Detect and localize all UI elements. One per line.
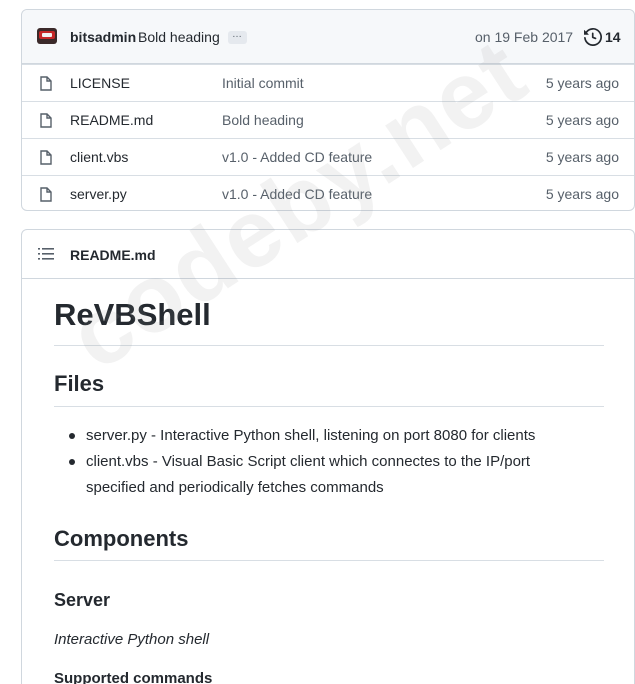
file-row-license[interactable]: LICENSE Initial commit 5 years ago	[22, 64, 634, 101]
file-icon	[40, 150, 52, 165]
file-icon	[40, 76, 52, 91]
server-description: Interactive Python shell	[54, 631, 210, 648]
file-row-client[interactable]: client.vbs v1.0 - Added CD feature 5 yea…	[22, 138, 634, 175]
file-name-link[interactable]: LICENSE	[70, 75, 130, 91]
commit-author-link[interactable]: bitsadmin	[70, 29, 136, 45]
divider	[54, 345, 604, 346]
history-clock-icon[interactable]	[584, 28, 602, 46]
readme-filename-link[interactable]: README.md	[70, 247, 156, 263]
file-age: 5 years ago	[545, 186, 619, 202]
expand-commit-button[interactable]: …	[228, 30, 247, 44]
divider	[54, 406, 604, 407]
server-heading: Server	[54, 590, 111, 610]
file-commit-link[interactable]: Bold heading	[222, 112, 304, 128]
file-age: 5 years ago	[545, 75, 619, 91]
file-icon	[40, 187, 52, 202]
commit-count[interactable]: 14	[605, 29, 621, 45]
readme-panel: README.md ReVBShell Files server.py - In…	[21, 229, 635, 684]
supported-commands-heading: Supported commands	[54, 670, 213, 684]
commit-message-link[interactable]: Bold heading	[138, 29, 220, 45]
file-name-link[interactable]: client.vbs	[70, 149, 128, 165]
bullet	[69, 433, 75, 439]
list-icon[interactable]	[38, 247, 54, 261]
commit-date[interactable]: on 19 Feb 2017	[475, 29, 573, 45]
file-row-server[interactable]: server.py v1.0 - Added CD feature 5 year…	[22, 175, 634, 212]
file-row-readme[interactable]: README.md Bold heading 5 years ago	[22, 101, 634, 138]
file-commit-link[interactable]: v1.0 - Added CD feature	[222, 186, 372, 202]
readme-title: ReVBShell	[54, 297, 211, 332]
components-heading: Components	[54, 526, 189, 551]
list-item: server.py - Interactive Python shell, li…	[86, 427, 536, 444]
file-name-link[interactable]: README.md	[70, 112, 153, 128]
list-item: client.vbs - Visual Basic Script client …	[86, 453, 531, 496]
bullet	[69, 459, 75, 465]
avatar[interactable]	[37, 28, 57, 44]
file-icon	[40, 113, 52, 128]
readme-header: README.md	[22, 230, 634, 279]
file-age: 5 years ago	[545, 149, 619, 165]
file-commit-link[interactable]: v1.0 - Added CD feature	[222, 149, 372, 165]
file-commit-link[interactable]: Initial commit	[222, 75, 304, 91]
latest-commit-bar: bitsadmin Bold heading … on 19 Feb 2017 …	[22, 10, 634, 64]
file-name-link[interactable]: server.py	[70, 186, 127, 202]
divider	[54, 560, 604, 561]
file-browser: bitsadmin Bold heading … on 19 Feb 2017 …	[21, 9, 635, 211]
files-heading: Files	[54, 371, 105, 396]
file-age: 5 years ago	[545, 112, 619, 128]
